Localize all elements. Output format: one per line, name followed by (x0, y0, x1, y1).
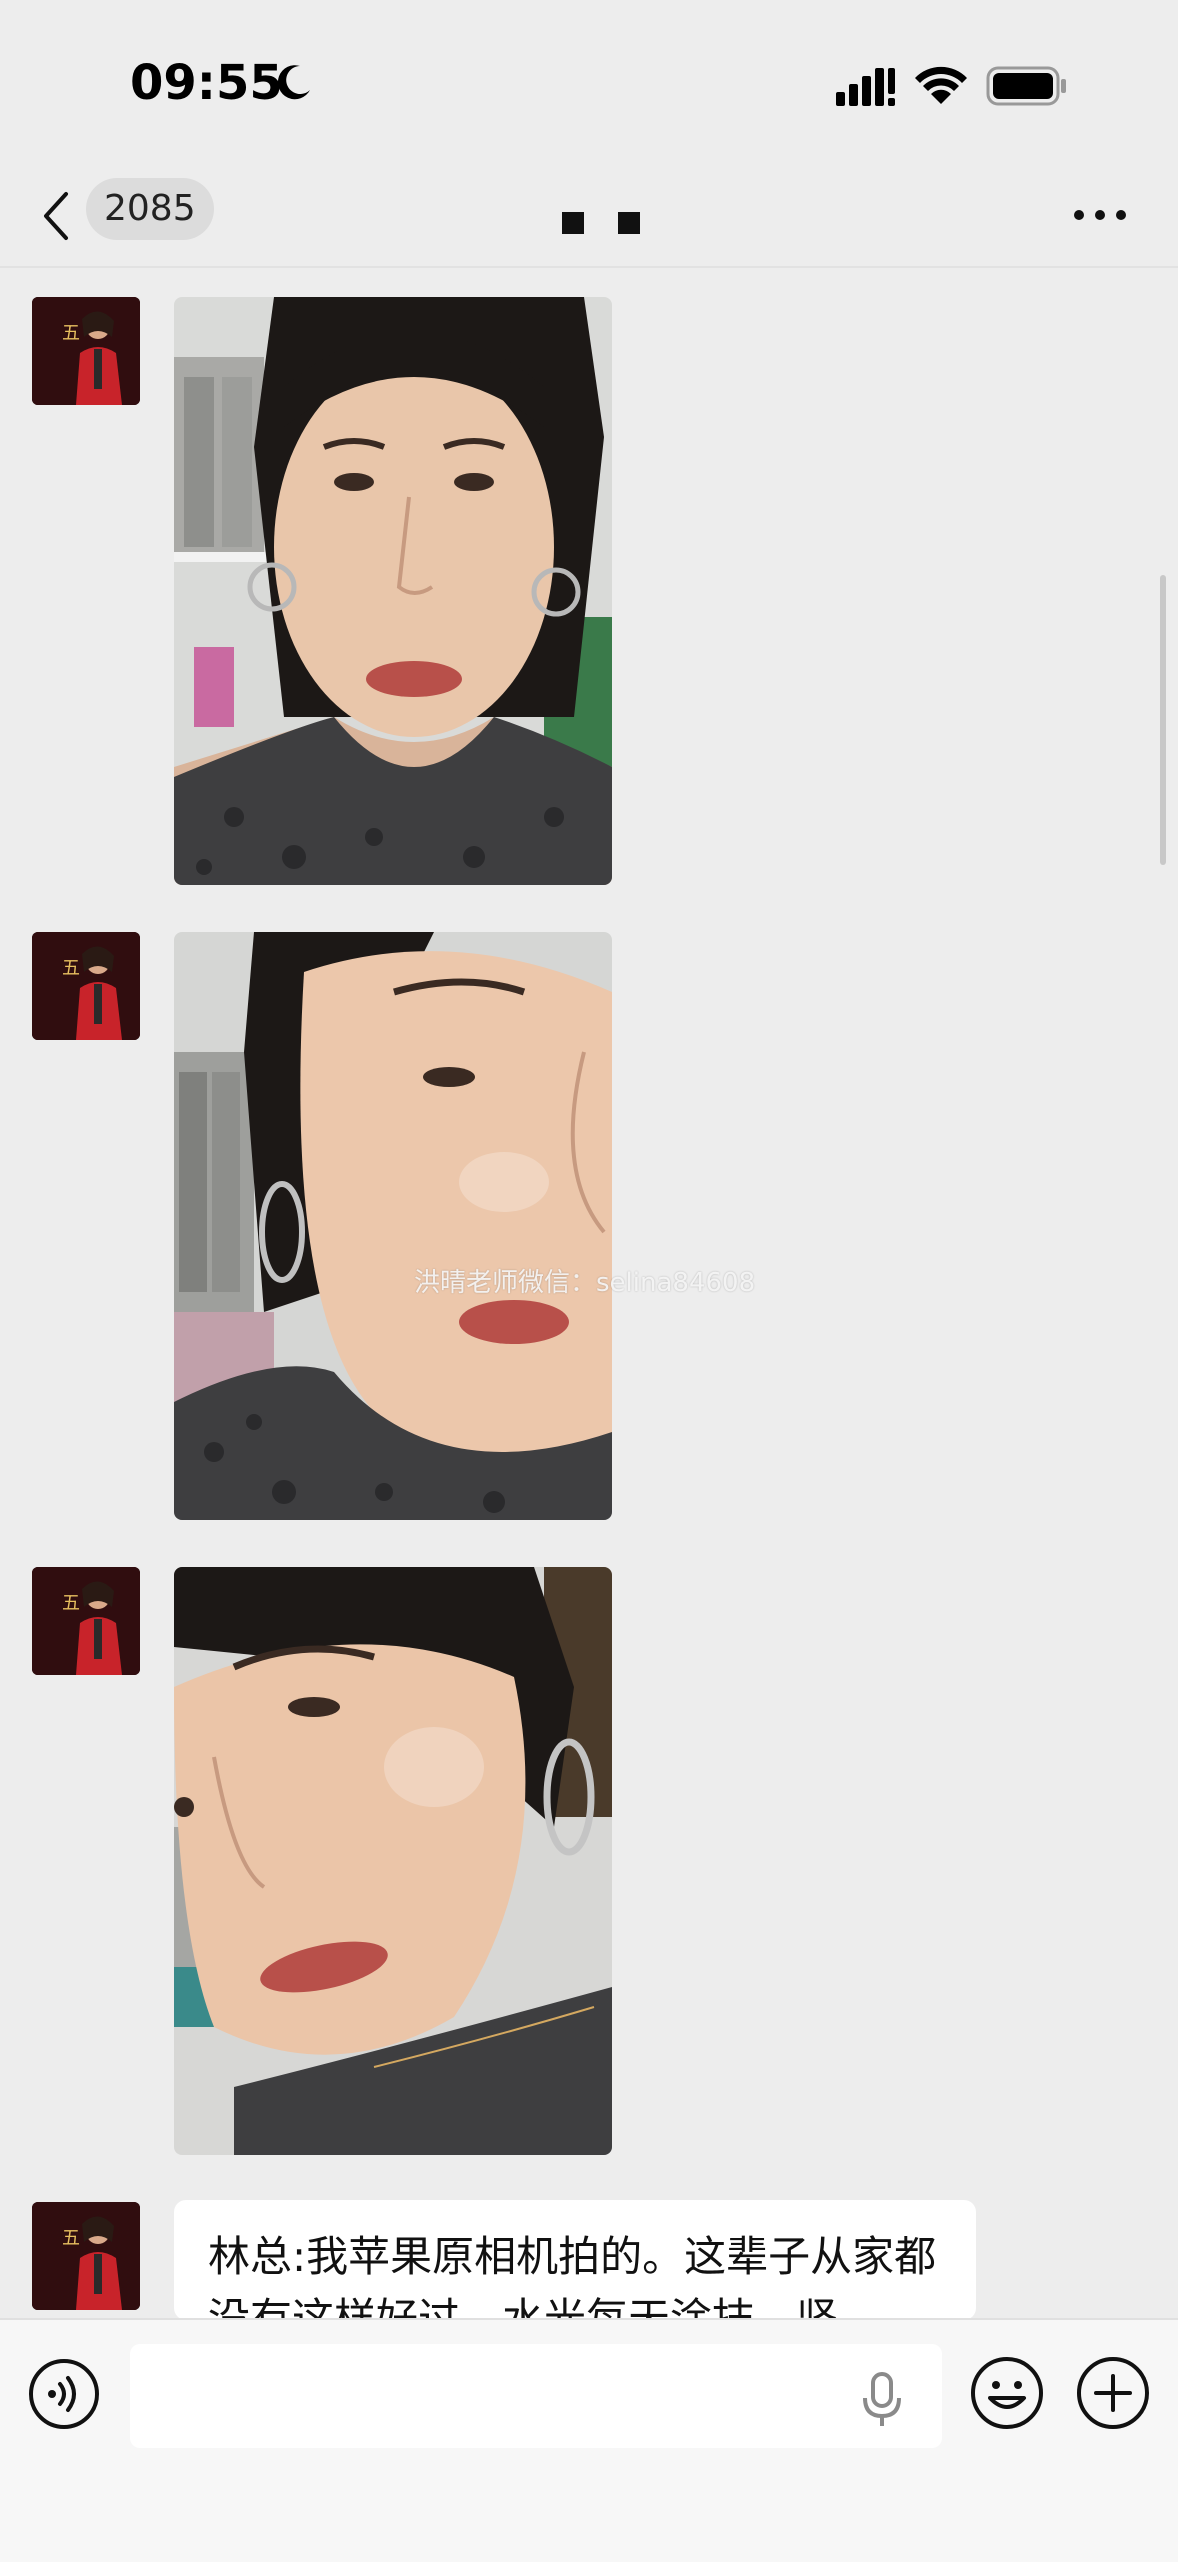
watermark: 洪晴老师微信：selina84608 (414, 1268, 756, 1298)
message-input[interactable] (130, 2344, 942, 2448)
status-bar: 09:55 (0, 0, 1178, 170)
moon-icon (277, 65, 310, 100)
image-message[interactable] (174, 297, 612, 885)
microphone-icon[interactable] (858, 2370, 906, 2428)
battery-icon (986, 66, 1066, 106)
cellular-signal-icon (836, 68, 895, 106)
svg-text:五: 五 (62, 2228, 80, 2249)
plus-icon[interactable] (1076, 2356, 1150, 2430)
chat-header: 2085 (0, 170, 1178, 268)
avatar[interactable]: 五 (32, 1567, 140, 1675)
back-icon[interactable] (38, 188, 72, 244)
emoji-icon[interactable] (970, 2356, 1044, 2430)
scrollbar[interactable] (1160, 575, 1166, 865)
avatar[interactable]: 五 (32, 2202, 140, 2310)
image-message[interactable] (174, 1567, 612, 2155)
image-message[interactable] (174, 932, 612, 1520)
svg-text:五: 五 (62, 323, 80, 344)
status-time: 09:55 (130, 55, 283, 111)
wifi-icon (915, 66, 967, 104)
input-bar (0, 2318, 1178, 2562)
avatar[interactable]: 五 (32, 932, 140, 1040)
avatar[interactable]: 五 (32, 297, 140, 405)
unread-count-badge[interactable]: 2085 (86, 178, 214, 240)
svg-text:五: 五 (62, 1593, 80, 1614)
more-icon[interactable] (1070, 200, 1130, 230)
message-text: 林总:我苹果原相机拍的。这辈子从家都没有这样好过，水光每天涂抹，坚 (208, 2232, 937, 2320)
svg-text:五: 五 (62, 958, 80, 979)
voice-icon[interactable] (28, 2358, 100, 2430)
chat-title-redacted (554, 212, 644, 242)
text-message-bubble[interactable]: 林总:我苹果原相机拍的。这辈子从家都没有这样好过，水光每天涂抹，坚 (174, 2200, 976, 2320)
